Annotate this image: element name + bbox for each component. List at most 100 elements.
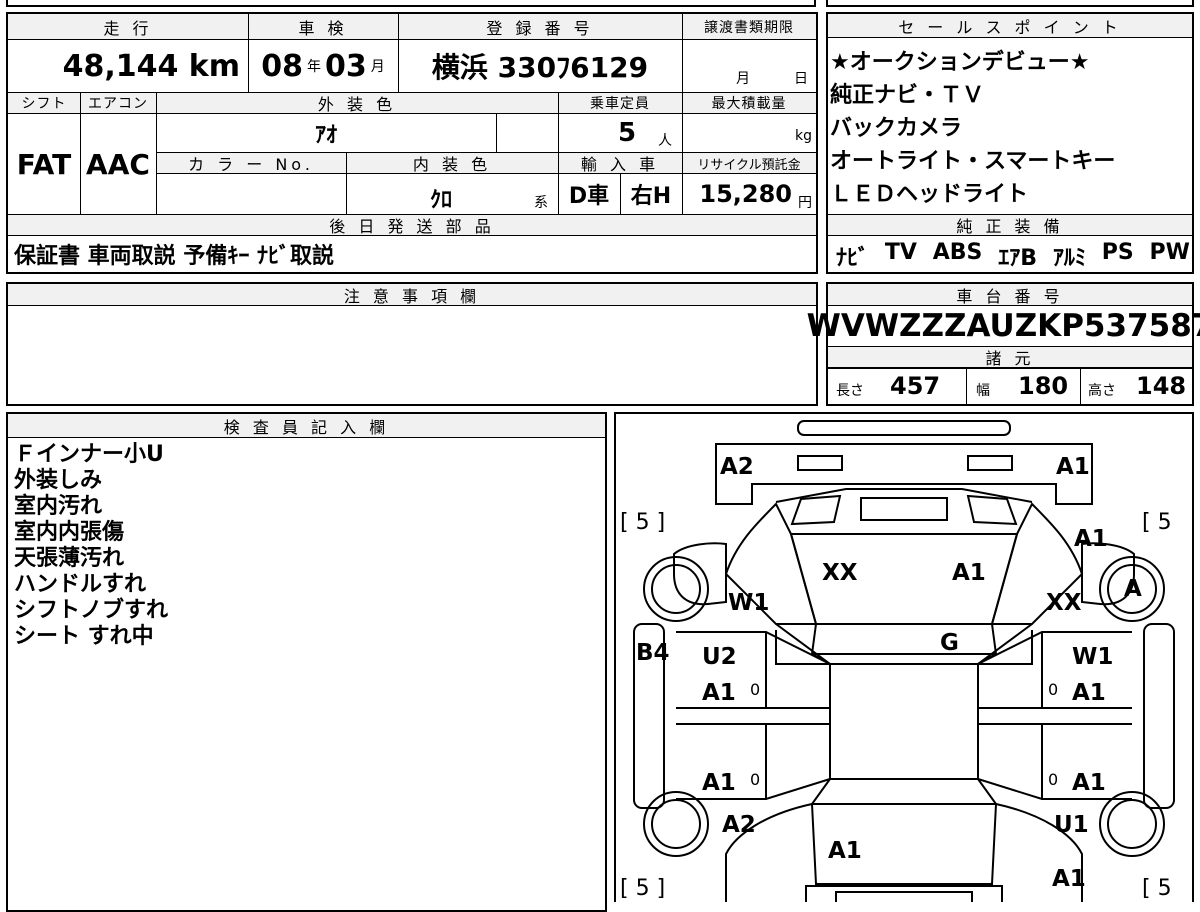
mark-front-left-corner: A2	[720, 454, 754, 480]
sales-points-list: ★オークションデビュー★ 純正ナビ・ＴＶ バックカメラ オートライト・スマートキ…	[830, 46, 1190, 211]
damage-diagram: [ 5 ] [ 5 [ 5 ] [ 5 A2 A1 A1 A XX A1 W1 …	[614, 412, 1194, 902]
shift-value: FAT	[16, 147, 72, 181]
vin-box: 車 台 番 号 WVWZZZAUZKP537587 諸 元 長さ 457 幅 1…	[806, 282, 1200, 406]
shaken-month: 03	[325, 48, 367, 84]
inspector-box: 検 査 員 記 入 欄 Ｆインナー小U 外装しみ 室内汚れ 室内内張傷 天張薄汚…	[6, 412, 607, 912]
mark-door-small: 0	[1048, 680, 1059, 699]
import-header: 輸 入 車	[558, 152, 682, 174]
sales-point: ★オークションデビュー★	[830, 50, 1090, 75]
recycle-unit: 円	[798, 195, 812, 211]
shaken-date: 08 年 03 月	[248, 40, 398, 92]
capacity-value: 5	[618, 118, 637, 148]
load-unit: kg	[795, 128, 812, 144]
import-type-value: D車	[568, 184, 610, 209]
exterior-color-value: ｱｵ	[314, 123, 337, 148]
shaken-year: 08	[261, 48, 303, 84]
interior-color-value: ｸﾛ	[430, 188, 453, 213]
vin-value: WVWZZZAUZKP537587	[806, 308, 1200, 344]
registration-number: 横浜 330ﾌ6129	[431, 51, 649, 84]
mark-front-right-corner: A1	[1056, 454, 1090, 480]
height-value: 148	[1136, 372, 1187, 400]
equipment-item: PW	[1149, 240, 1190, 265]
mark-rear-right-corner: A1	[1052, 866, 1086, 892]
transfer-deadline-value: 月 日	[682, 40, 816, 92]
inspector-line: ハンドルすれ	[14, 572, 147, 597]
transfer-day-unit: 日	[794, 71, 808, 87]
length-label: 長さ	[836, 383, 864, 399]
interior-color-suffix: 系	[534, 195, 548, 211]
mark-right-wheel: A	[1124, 576, 1142, 602]
sales-point: オートライト・スマートキー	[830, 149, 1116, 174]
color-no-header: カ ラ ー No.	[156, 152, 346, 174]
inspector-line: シフトノブすれ	[14, 598, 169, 623]
shaken-header: 車 検	[248, 14, 398, 40]
notes-header: 注 意 事 項 欄	[8, 284, 816, 306]
mark-right-fender: A1	[1074, 526, 1108, 552]
sales-point: バックカメラ	[830, 116, 963, 141]
tire-tread-front-left: [ 5 ]	[620, 510, 666, 535]
inspector-line: 室内内張傷	[14, 520, 125, 545]
mark-door-small: 0	[750, 680, 761, 699]
mark-left-front-door-b: A1	[702, 680, 736, 706]
mark-left-mirror: W1	[728, 590, 770, 616]
color-no-value	[156, 174, 346, 214]
mark-door-small: 0	[1048, 770, 1059, 789]
equipment-item: PS	[1101, 240, 1134, 265]
sales-points-header: セ ー ル ス ポ イ ン ト	[828, 14, 1192, 38]
inspector-header: 検 査 員 記 入 欄	[8, 414, 605, 438]
length-value: 457	[890, 372, 941, 400]
capacity-header: 乗車定員	[558, 92, 682, 114]
mileage-value: 48,144 km	[62, 48, 240, 84]
dimensions-header: 諸 元	[828, 346, 1192, 368]
mark-right-mirror: XX	[1046, 590, 1082, 616]
height-label: 高さ	[1088, 383, 1116, 399]
transfer-deadline-header: 譲渡書類期限	[682, 14, 816, 40]
later-parts-header: 後 日 発 送 部 品	[8, 214, 816, 236]
recycle-fee-value: 15,280	[699, 180, 792, 208]
interior-color-header: 内 装 色	[346, 152, 558, 174]
vehicle-info-table: 走 行 車 検 登 録 番 号 譲渡書類期限 48,144 km 08 年 03…	[6, 12, 818, 274]
equipment-item: ｴｱB	[998, 246, 1038, 271]
width-label: 幅	[976, 383, 990, 399]
mark-windshield-right: A1	[952, 560, 986, 586]
equipment-item: ｱﾙﾐ	[1052, 246, 1086, 271]
shift-header: シフト	[8, 92, 80, 114]
inspector-line: 外装しみ	[14, 468, 103, 493]
registration-header: 登 録 番 号	[398, 14, 682, 40]
tire-tread-front-right: [ 5	[1142, 510, 1172, 535]
capacity-cell: 5 人	[558, 114, 682, 152]
exterior-color-header: 外 装 色	[156, 92, 558, 114]
handle-value: 右H	[630, 184, 672, 209]
sales-point: 純正ナビ・ＴＶ	[830, 83, 985, 108]
tire-tread-rear-right: [ 5	[1142, 876, 1172, 901]
shaken-month-unit: 月	[370, 59, 385, 75]
inspector-line: 室内汚れ	[14, 494, 103, 519]
mark-left-pillar: B4	[636, 640, 670, 666]
equipment-item: ﾅﾋﾞ	[836, 246, 870, 271]
mark-right-rear-quarter: U1	[1054, 812, 1089, 838]
inspector-line: 天張薄汚れ	[14, 546, 125, 571]
mark-right-rear-door: A1	[1072, 770, 1106, 796]
top-strip-right	[826, 0, 1194, 7]
mark-roof: G	[940, 630, 959, 656]
recycle-header: リサイクル預託金	[682, 152, 816, 174]
aircon-header: エアコン	[80, 92, 156, 114]
vin-header: 車 台 番 号	[828, 284, 1192, 306]
width-value: 180	[1018, 372, 1069, 400]
equipment-item: TV	[884, 240, 917, 265]
inspector-line: Ｆインナー小U	[14, 442, 164, 467]
sales-point: ＬＥＤヘッドライト	[830, 182, 1029, 207]
capacity-unit: 人	[658, 133, 672, 149]
mark-left-front-door-a: U2	[702, 644, 737, 670]
transfer-month-unit: 月	[736, 71, 750, 87]
mark-right-front-door-b: A1	[1072, 680, 1106, 706]
mark-rear-center: A1	[828, 838, 862, 864]
sales-points-box: セ ー ル ス ポ イ ン ト ★オークションデビュー★ 純正ナビ・ＴＶ バック…	[826, 12, 1194, 274]
dimensions-row: 長さ 457 幅 180 高さ 148	[828, 368, 1192, 404]
shaken-year-unit: 年	[307, 59, 321, 75]
equipment-header: 純 正 装 備	[828, 214, 1192, 236]
equipment-item: ABS	[932, 240, 983, 265]
exterior-color-extra	[496, 114, 558, 152]
notes-box: 注 意 事 項 欄	[6, 282, 818, 406]
top-strip	[6, 0, 816, 7]
